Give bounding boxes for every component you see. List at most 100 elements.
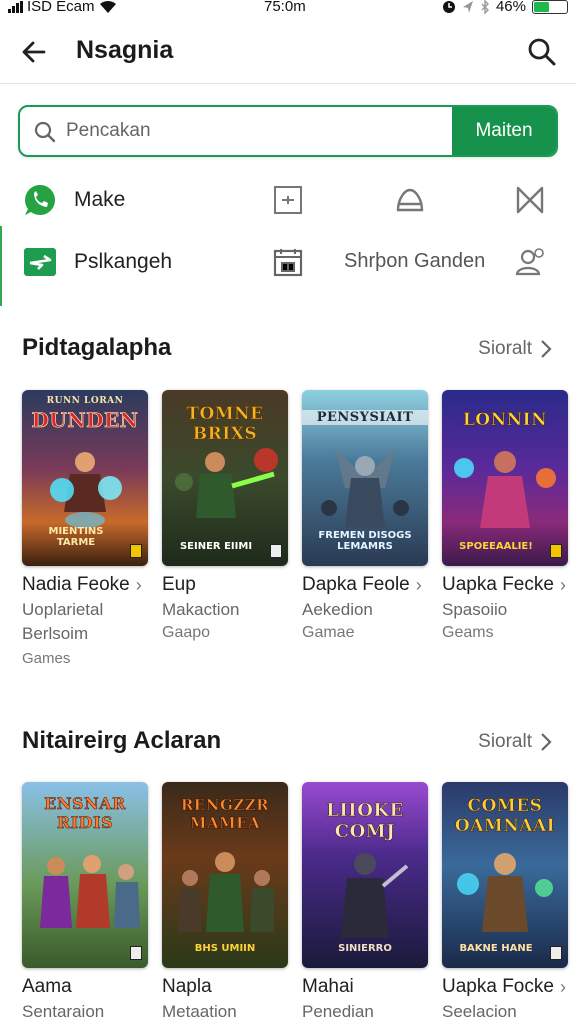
shortcut-text: Shrþon Ganden — [344, 250, 486, 272]
game-category: Aekedion — [302, 600, 373, 619]
game-carousel-1[interactable]: RUNN LORAN DUNDEN MIENTINS TARME Nadia F… — [22, 390, 576, 667]
chevron-right-icon: › — [415, 574, 422, 595]
cover-tagline: SPOEEAALIE! — [459, 541, 533, 552]
game-carousel-2[interactable]: ENSNAR RIDIS Aama Sentaraion RENGZZR MAM… — [22, 782, 576, 1022]
status-right: 46% — [442, 0, 568, 15]
search-input[interactable] — [66, 107, 452, 155]
status-time: 75:0m — [264, 0, 306, 15]
add-box-icon[interactable] — [272, 184, 304, 216]
game-name: Uapka Focke › — [442, 976, 566, 997]
game-type: Gaapo — [162, 624, 211, 641]
game-card[interactable]: LONNIN SPOEEAALIE! Uapka Fecke › Spasoiio… — [442, 390, 568, 667]
see-all-label: Sioralt — [478, 731, 532, 752]
cover-title: COMES OAMNAAI — [454, 796, 556, 837]
shortcut-label-make: Make — [74, 188, 126, 211]
status-bar: ISD Ecam 75:0m 46% — [0, 0, 576, 18]
game-category: Sentaraion — [22, 1002, 105, 1021]
game-category: Uoplarietal — [22, 600, 104, 619]
game-category: Seelacion — [442, 1002, 517, 1021]
see-all-link-1[interactable]: Sioralt — [478, 338, 552, 360]
wifi-icon — [99, 0, 116, 13]
game-name: Napla — [162, 976, 212, 997]
game-name: Uapka Fecke › — [442, 574, 566, 595]
battery-percent: 46% — [495, 0, 526, 15]
search-submit-button[interactable]: Maiten — [452, 107, 556, 155]
plane-icon — [24, 248, 56, 276]
hero-illustration — [321, 448, 409, 528]
hero-illustration — [178, 852, 274, 932]
section-title-2: Nitaireirg Aclaran — [22, 727, 222, 754]
cover-title: PENSYSIAIT — [302, 410, 428, 425]
search-field-icon — [34, 121, 56, 143]
game-cover[interactable]: RENGZZR MAMEA BHS UMIIN — [162, 782, 288, 968]
status-left: ISD Ecam — [8, 0, 117, 15]
see-all-link-2[interactable]: Sioralt — [478, 731, 552, 753]
calendar-icon[interactable] — [272, 246, 304, 278]
game-cover[interactable]: LIIOKE COMJ SINIERRO — [302, 782, 428, 968]
game-cover[interactable]: PENSYSIAIT FREMEN DISOGS LEMAMRS — [302, 390, 428, 566]
game-cover[interactable]: TOMNE BRIXS SEINER EIIMI — [162, 390, 288, 566]
game-card[interactable]: LIIOKE COMJ SINIERRO Mahai Penedian — [302, 782, 428, 1022]
cover-title: LIIOKE COMJ — [326, 800, 404, 843]
game-name: Dapka Feole › — [302, 574, 422, 595]
hero-illustration — [40, 855, 140, 928]
game-name: Nadia Feoke › — [22, 574, 142, 595]
hero-illustration — [175, 448, 278, 518]
shortcut-row-make[interactable]: Make — [0, 176, 576, 226]
age-rating-badge — [550, 544, 562, 558]
game-name: Mahai — [302, 976, 354, 997]
alarm-icon — [442, 0, 455, 13]
bluetooth-icon — [481, 0, 489, 14]
chevron-right-icon: › — [559, 574, 566, 595]
section-title-1: Pidtagalapha — [22, 334, 172, 361]
game-category: Makaction — [162, 600, 240, 619]
game-cover[interactable]: COMES OAMNAAI BAKNE HANE — [442, 782, 568, 968]
game-category: Spasoiio — [442, 600, 508, 619]
game-type: Geams — [442, 624, 494, 641]
see-all-label: Sioralt — [478, 338, 532, 359]
bowtie-icon[interactable] — [514, 184, 546, 216]
shortcut-label-pslkangeh: Pslkangeh — [74, 250, 173, 273]
game-type: Gamae — [302, 624, 355, 641]
cover-title: LONNIN — [462, 410, 548, 431]
user-settings-icon[interactable] — [514, 246, 546, 278]
hero-illustration — [341, 853, 409, 938]
cover-tagline: SEINER EIIMI — [179, 541, 253, 552]
battery-level — [534, 1, 549, 12]
cover-title: TOMNE BRIXS — [186, 404, 264, 445]
search-box: Maiten — [18, 105, 558, 157]
game-category: Metaation — [162, 1002, 237, 1021]
game-card[interactable]: ENSNAR RIDIS Aama Sentaraion — [22, 782, 148, 1022]
back-arrow-icon[interactable] — [18, 36, 50, 68]
game-card[interactable]: COMES OAMNAAI BAKNE HANE Uapka Focke › Se… — [442, 782, 568, 1022]
game-cover[interactable]: RUNN LORAN DUNDEN MIENTINS TARME — [22, 390, 148, 566]
game-card[interactable]: RENGZZR MAMEA BHS UMIIN Napla Metaation — [162, 782, 288, 1022]
cover-tagline: BHS UMIIN — [194, 943, 256, 954]
cover-subtitle: RUNN LORAN — [46, 396, 124, 406]
age-rating-badge — [270, 544, 282, 558]
game-name: Eup — [162, 574, 196, 595]
chevron-right-icon: › — [135, 574, 142, 595]
game-card[interactable]: RUNN LORAN DUNDEN MIENTINS TARME Nadia F… — [22, 390, 148, 667]
age-rating-badge — [130, 544, 142, 558]
chevron-right-icon — [541, 340, 552, 358]
cover-tagline: FREMEN DISOGS LEMAMRS — [318, 530, 412, 552]
battery-icon — [532, 0, 568, 14]
carrier-label: ISD Ecam — [27, 0, 95, 15]
game-card[interactable]: TOMNE BRIXS SEINER EIIMI Eup Makaction G… — [162, 390, 288, 667]
location-icon — [462, 0, 473, 13]
signal-icon — [8, 0, 23, 13]
cover-tagline: MIENTINS TARME — [48, 526, 104, 548]
shortcut-row-pslkangeh[interactable]: Pslkangeh Shrþon Ganden — [0, 238, 576, 288]
search-icon[interactable] — [526, 36, 558, 68]
game-name: Aama — [22, 976, 72, 997]
age-rating-badge — [550, 946, 562, 960]
cover-tagline: BAKNE HANE — [459, 943, 533, 954]
page-title: Nsagnia — [76, 36, 174, 64]
game-cover[interactable]: ENSNAR RIDIS — [22, 782, 148, 968]
profile-icon[interactable] — [394, 184, 426, 216]
chevron-right-icon: › — [559, 976, 566, 997]
game-cover[interactable]: LONNIN SPOEEAALIE! — [442, 390, 568, 566]
game-card[interactable]: PENSYSIAIT FREMEN DISOGS LEMAMRS Dapka F… — [302, 390, 428, 667]
app-bar: Nsagnia — [0, 26, 576, 84]
